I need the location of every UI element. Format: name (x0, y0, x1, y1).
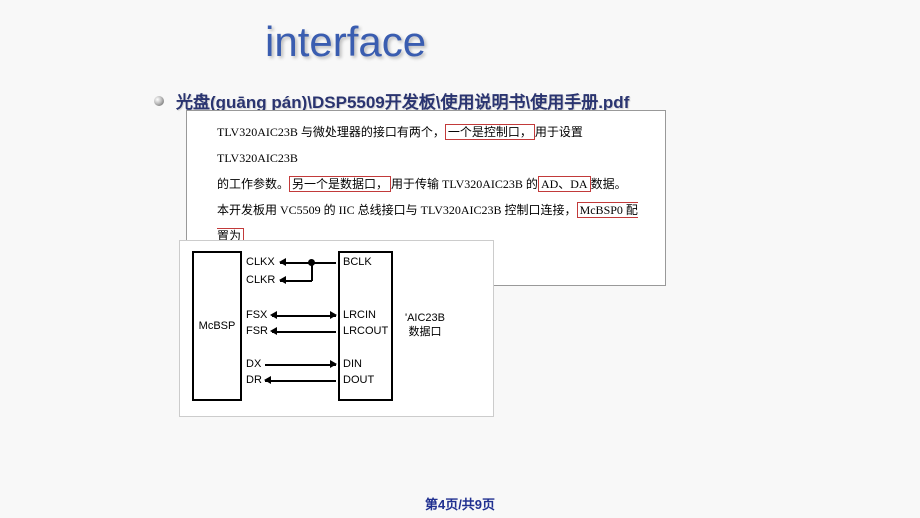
highlight: 一个是控制口， (445, 124, 535, 140)
highlight: AD、DA (538, 176, 591, 192)
pin-dr: DR (246, 374, 262, 386)
pin-dout: DOUT (343, 374, 374, 386)
wire (265, 380, 336, 382)
arrow-icon (270, 327, 277, 335)
excerpt-line-2: 的工作参数。另一个是数据口，用于传输 TLV320AIC23B 的AD、DA数据… (217, 171, 645, 197)
pin-dx: DX (246, 358, 261, 370)
pin-lrcout: LRCOUT (343, 325, 388, 337)
wire (272, 331, 336, 333)
pin-lrcin: LRCIN (343, 309, 376, 321)
wire (272, 315, 336, 317)
mcbsp-block: McBSP (192, 251, 242, 401)
pin-clkx: CLKX (246, 256, 275, 268)
pin-fsx: FSX (246, 309, 267, 321)
wire (311, 262, 313, 281)
highlight: 另一个是数据口， (289, 176, 391, 192)
arrow-icon (279, 258, 286, 266)
block-diagram: McBSP 'AIC23B数据口 CLKX CLKR FSX FSR DX DR… (179, 240, 494, 417)
arrow-icon (279, 276, 286, 284)
aic23b-label: 'AIC23B数据口 (405, 311, 445, 339)
pin-fsr: FSR (246, 325, 268, 337)
page-number: 第4页/共9页 (425, 494, 495, 513)
pin-clkr: CLKR (246, 274, 275, 286)
arrow-icon (270, 311, 277, 319)
page-title: interface (265, 18, 426, 66)
arrow-icon (330, 360, 337, 368)
excerpt-line-1: TLV320AIC23B 与微处理器的接口有两个，一个是控制口，用于设置 TLV… (217, 119, 645, 171)
wire (265, 364, 336, 366)
pin-din: DIN (343, 358, 362, 370)
arrow-icon (330, 311, 337, 319)
pin-bclk: BCLK (343, 256, 372, 268)
bullet-icon (154, 96, 164, 106)
arrow-icon (264, 376, 271, 384)
